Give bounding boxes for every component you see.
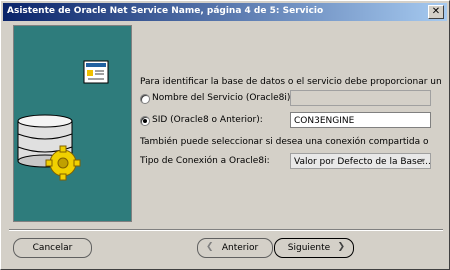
chevron-down-icon: ▾ <box>420 156 425 165</box>
cancel-label: Cancelar <box>32 243 73 253</box>
footer-divider <box>9 229 443 231</box>
intro-text: Para identificar la base de datos o el s… <box>140 77 442 87</box>
illustration-panel <box>13 25 132 222</box>
connection-type-value: Valor por Defecto de la Base... <box>294 157 431 167</box>
close-icon: ✕ <box>431 6 441 17</box>
cancel-button[interactable]: Cancelar <box>13 238 92 258</box>
database-illustration <box>17 60 109 181</box>
sid-radio[interactable] <box>140 116 150 126</box>
sid-label: SID (Oracle8 o Anterior): <box>152 115 263 125</box>
connection-type-label: Tipo de Conexión a Oracle8i: <box>140 156 270 166</box>
window-title: Asistente de Oracle Net Service Name, pá… <box>7 6 324 16</box>
service-name-radio[interactable] <box>140 94 150 104</box>
document-icon <box>83 60 109 84</box>
close-button[interactable]: ✕ <box>428 5 444 19</box>
next-button[interactable]: Siguiente ❯ <box>274 238 354 258</box>
connection-type-select[interactable]: Valor por Defecto de la Base... ▾ <box>290 153 431 169</box>
back-icon: ❮ <box>206 242 214 252</box>
title-bar: Asistente de Oracle Net Service Name, pá… <box>3 3 447 21</box>
next-label: Siguiente <box>287 243 331 253</box>
shared-connection-text: También puede seleccionar si desea una c… <box>140 137 429 147</box>
service-name-label: Nombre del Servicio (Oracle8i): <box>152 93 294 103</box>
wizard-window: Asistente de Oracle Net Service Name, pá… <box>0 0 450 270</box>
sid-input[interactable]: CON3ENGINE <box>290 112 431 128</box>
back-label: Anterior <box>221 243 259 253</box>
back-button[interactable]: ❮ Anterior <box>197 238 273 258</box>
service-name-input[interactable] <box>290 90 431 106</box>
sid-value: CON3ENGINE <box>294 116 355 126</box>
next-icon: ❯ <box>337 242 345 252</box>
